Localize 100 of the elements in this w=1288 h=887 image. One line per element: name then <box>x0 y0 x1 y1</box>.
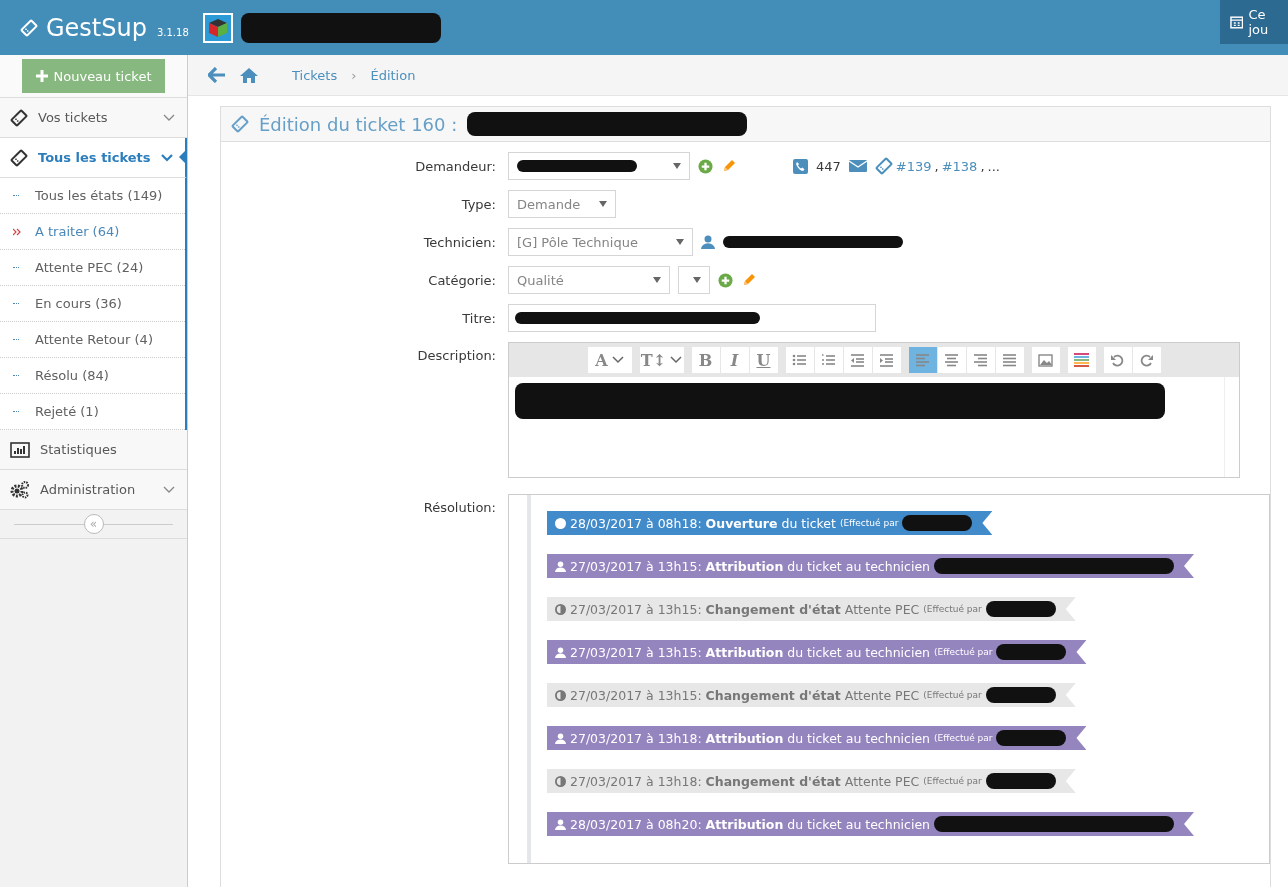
sidebar-item[interactable]: Vos tickets <box>0 98 187 138</box>
justify-icon <box>1002 352 1017 368</box>
bar-chart-icon <box>10 441 30 458</box>
timeline-event: 27/03/2017 à 13h15: Changement d'état Attente PEC (Effectué par <box>547 597 1076 621</box>
align-center-icon <box>944 352 959 368</box>
field-label: Catégorie: <box>427 272 496 288</box>
caret-icon <box>673 163 681 169</box>
redaction-mark <box>996 730 1067 746</box>
ticket-icon <box>10 148 28 167</box>
back-arrow-icon[interactable] <box>208 67 226 83</box>
ticket-icon <box>231 115 249 133</box>
circle-icon <box>555 517 566 529</box>
requester-select[interactable] <box>508 152 690 180</box>
caret-icon <box>693 277 701 283</box>
phone-number: 447 <box>816 158 841 174</box>
caret-icon <box>653 277 661 283</box>
sidebar-subitem[interactable]: Attente Retour (4) <box>0 322 185 358</box>
align-left-icon <box>915 352 930 368</box>
more-ellipsis: ... <box>987 158 1000 174</box>
sidebar-subitem[interactable]: En cours (36) <box>0 286 185 322</box>
add-icon[interactable] <box>718 272 733 288</box>
numbers-tool-button[interactable] <box>814 347 843 373</box>
outdent-tool-button[interactable] <box>843 347 872 373</box>
add-icon[interactable] <box>698 158 713 174</box>
align-left-tool-button[interactable] <box>908 347 937 373</box>
timeline-event: 28/03/2017 à 08h20: Attribution du ticket au technicien <box>547 812 1194 836</box>
redo-tool-button[interactable] <box>1132 347 1161 373</box>
user-icon <box>555 818 566 830</box>
chevron-icon <box>611 356 624 364</box>
bullet-list-icon <box>792 352 807 368</box>
indent-tool-button[interactable] <box>872 347 901 373</box>
user-icon <box>555 646 566 658</box>
italic-tool-button[interactable]: I <box>720 347 749 373</box>
breadcrumb-separator: › <box>351 67 357 83</box>
half-circle-icon <box>555 603 566 615</box>
pencil-icon[interactable] <box>741 272 757 288</box>
field-label: Technicien: <box>422 234 496 250</box>
sidebar-subitem[interactable]: Tous les états (149) <box>0 178 185 214</box>
size-tool-button[interactable]: T↕ <box>639 347 684 373</box>
redaction-mark <box>996 644 1067 660</box>
bullets-tool-button[interactable] <box>785 347 814 373</box>
font-tool-button[interactable]: A <box>587 347 632 373</box>
redo-icon <box>1139 352 1154 368</box>
ticket-icon <box>10 108 28 127</box>
plus-icon <box>35 70 48 82</box>
calendar-icon <box>1230 15 1244 29</box>
user-icon <box>701 235 715 249</box>
breadcrumb-link[interactable]: Édition <box>370 67 416 83</box>
type-select[interactable]: Demande <box>508 190 616 218</box>
ticket-link[interactable]: #138 <box>941 158 978 174</box>
ticket-icon <box>874 157 893 175</box>
image-tool-button[interactable] <box>1031 347 1060 373</box>
caret-icon <box>676 239 684 245</box>
subcategory-select[interactable] <box>678 266 710 294</box>
bold-tool-button[interactable]: B <box>691 347 720 373</box>
sidebar-subitem[interactable]: A traiter (64) <box>0 214 185 250</box>
breadcrumb-link[interactable]: Tickets <box>292 67 338 83</box>
redaction-mark <box>985 773 1056 789</box>
double-chevron-icon <box>13 227 21 236</box>
outdent-icon <box>850 352 865 368</box>
align-right-icon <box>973 352 988 368</box>
chevron-icon <box>670 356 683 364</box>
panel-title: Édition du ticket 160 : <box>259 113 458 135</box>
color-palette-icon <box>1074 352 1089 368</box>
home-icon[interactable] <box>240 67 258 83</box>
sidebar-item[interactable]: Tous les tickets <box>0 138 187 178</box>
align-right-tool-button[interactable] <box>966 347 995 373</box>
new-ticket-button[interactable]: Nouveau ticket <box>22 59 165 93</box>
logo-ticket-icon <box>20 18 38 37</box>
redaction-mark <box>985 601 1056 617</box>
redaction-mark <box>902 515 973 531</box>
description-editor[interactable]: A T↕ B I U <box>508 342 1240 478</box>
calendar-button[interactable]: Ce jou <box>1220 0 1288 44</box>
timeline-event: 27/03/2017 à 13h15: Attribution du ticket au technicien (Effectué par <box>547 640 1087 664</box>
collapse-sidebar-button[interactable]: « <box>83 514 104 534</box>
justify-tool-button[interactable] <box>995 347 1024 373</box>
technician-select[interactable]: [G] Pôle Technique <box>508 228 693 256</box>
align-center-tool-button[interactable] <box>937 347 966 373</box>
category-select[interactable]: Qualité <box>508 266 670 294</box>
phone-icon <box>793 158 808 174</box>
undo-icon <box>1110 352 1125 368</box>
sidebar-item[interactable]: Administration <box>0 470 187 510</box>
sidebar-subitem[interactable]: Attente PEC (24) <box>0 250 185 286</box>
half-circle-icon <box>555 689 566 701</box>
indent-icon <box>879 352 894 368</box>
sidebar-subitem[interactable]: Résolu (84) <box>0 358 185 394</box>
title-input-field[interactable] <box>508 304 876 332</box>
comma: , <box>980 158 985 174</box>
pencil-icon[interactable] <box>721 158 737 174</box>
sidebar-item[interactable]: Statistiques <box>0 430 187 470</box>
ticket-link[interactable]: #139 <box>895 158 932 174</box>
envelope-icon[interactable] <box>848 159 867 173</box>
redaction-mark <box>985 687 1056 703</box>
colors-tool-button[interactable] <box>1067 347 1096 373</box>
timeline-event: 27/03/2017 à 13h18: Attribution du ticket au technicien (Effectué par <box>547 726 1087 750</box>
caret-icon <box>599 201 607 207</box>
undo-tool-button[interactable] <box>1103 347 1132 373</box>
user-icon <box>555 560 566 572</box>
underline-tool-button[interactable]: U <box>749 347 778 373</box>
field-label: Résolution: <box>422 500 496 515</box>
